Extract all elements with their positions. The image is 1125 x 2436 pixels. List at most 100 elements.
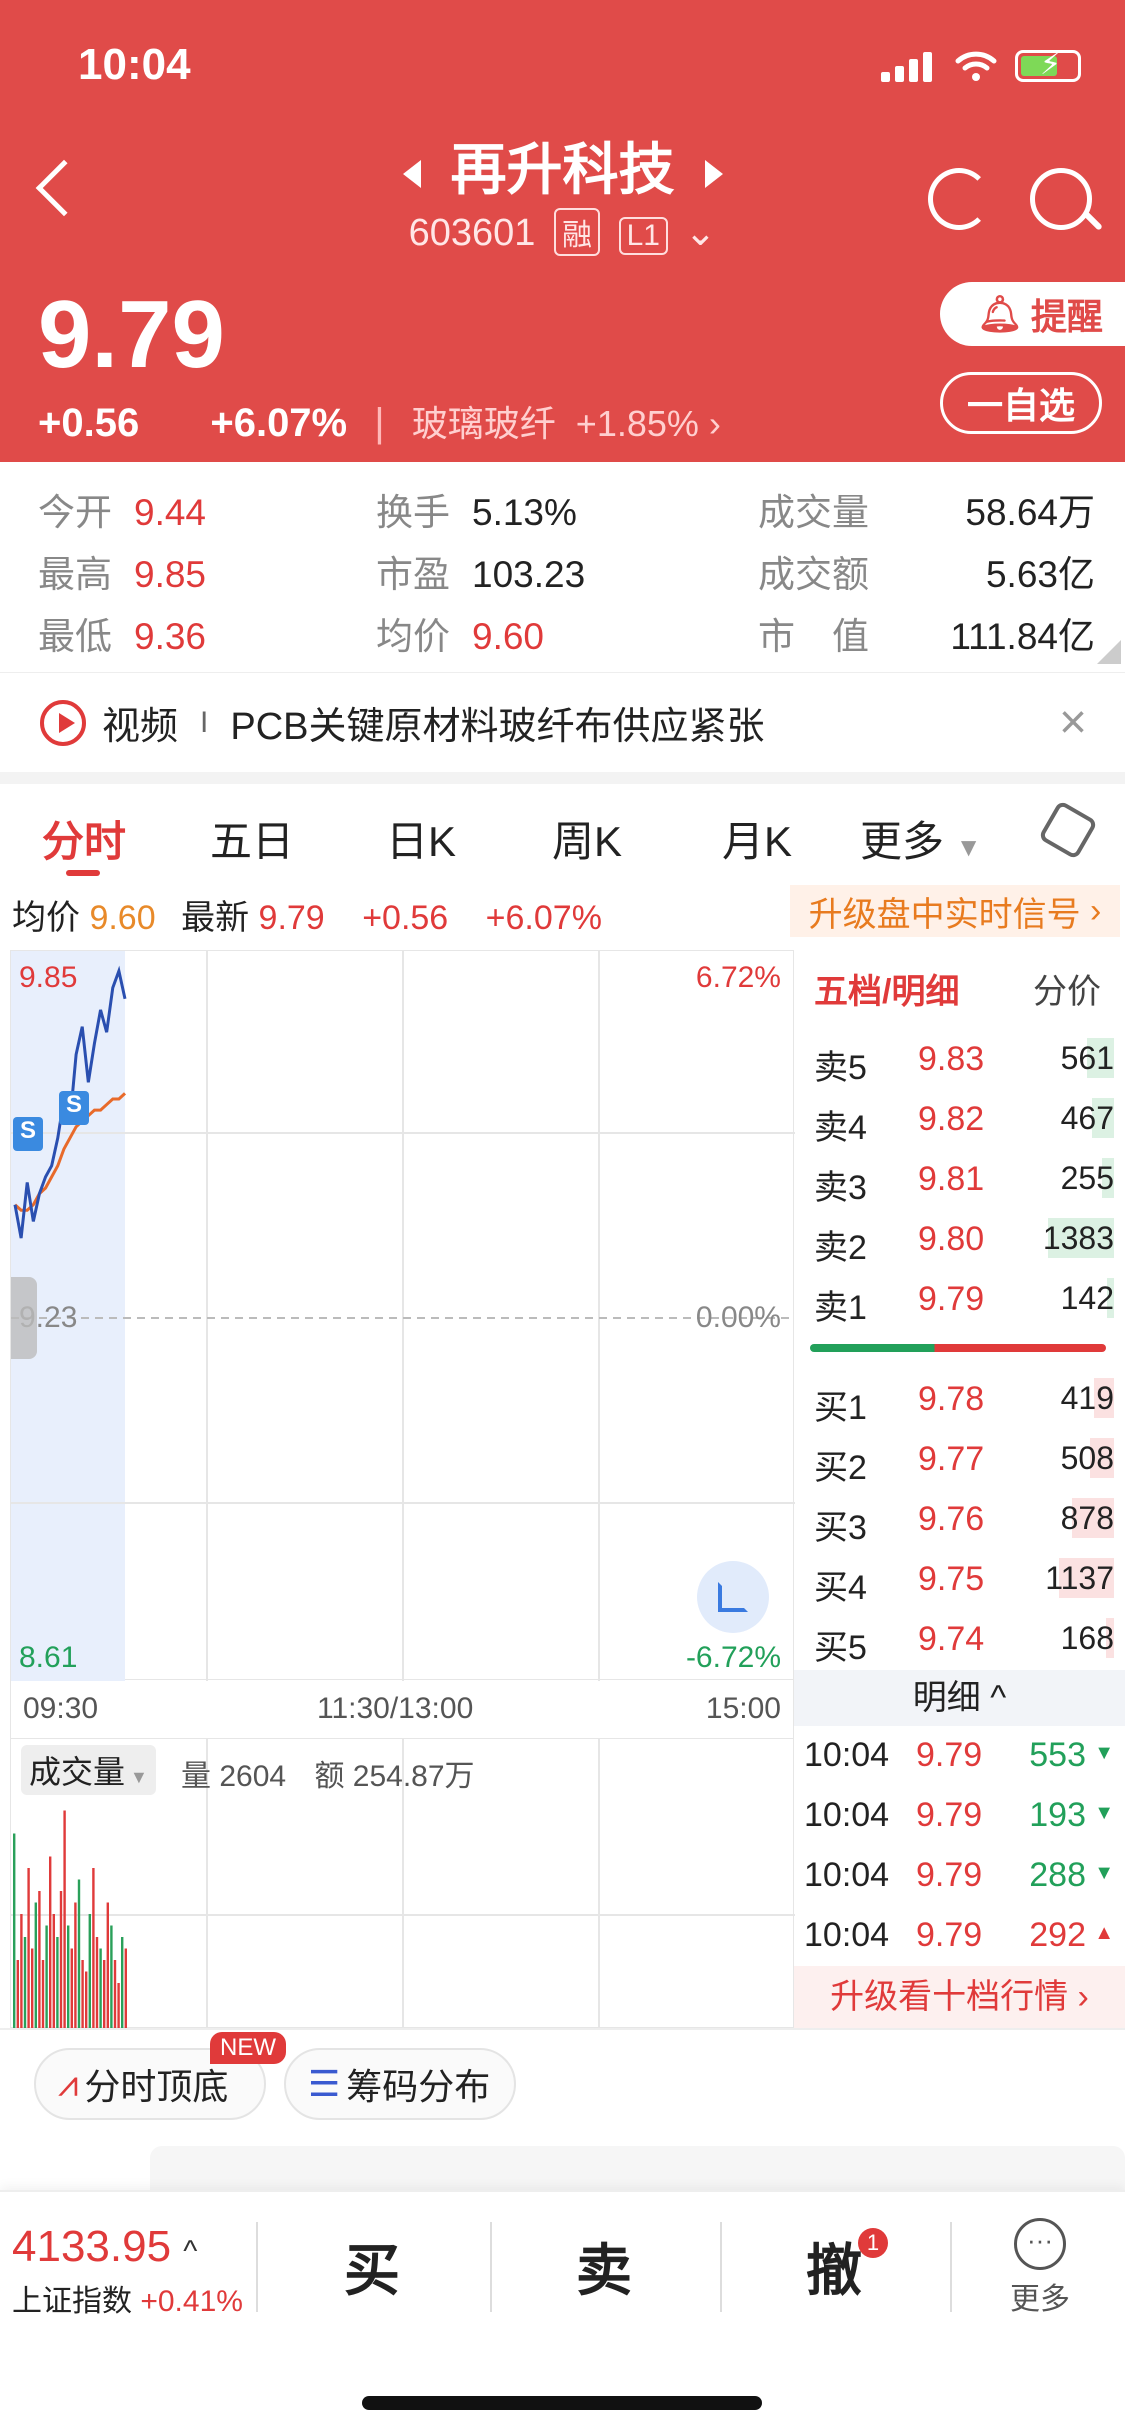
y-max-label: 9.85 [19, 961, 78, 994]
remind-button[interactable]: 🔔︎ 提醒 [940, 282, 1125, 346]
sell-signal-marker[interactable]: S [59, 1091, 89, 1125]
order-book-header[interactable]: 五档/明细 [814, 964, 959, 1013]
bid-row[interactable]: 买5 9.74 168 [814, 1610, 1114, 1668]
index-ticker[interactable]: 4133.95 ^ 上证指数 +0.41% [12, 2222, 243, 2320]
tick-price: 9.79 [916, 1796, 983, 1834]
ask-row[interactable]: 卖5 9.83 561 [814, 1030, 1114, 1088]
ask-level: 卖5 [814, 1049, 867, 1087]
intraday-chart-svg [11, 951, 795, 1681]
qty-label: 量 [181, 1760, 211, 1793]
bid-price: 9.74 [918, 1620, 985, 1658]
news-banner[interactable]: 视频 I PCB关键原材料玻纤布供应紧张 × [0, 672, 1125, 772]
price-change-pct: +6.07% [210, 401, 348, 445]
sell-button[interactable]: 卖 [576, 2226, 632, 2307]
volume-bar [23, 1937, 27, 2029]
chart-side-handle[interactable] [11, 1277, 37, 1359]
tab-more-label: 更多 [860, 818, 945, 865]
bid-price: 9.78 [918, 1380, 985, 1418]
refresh-icon[interactable] [928, 168, 990, 230]
news-text: PCB关键原材料玻纤布供应紧张 [230, 706, 765, 748]
index-pct: +0.41% [140, 2285, 243, 2318]
bid-row[interactable]: 买2 9.77 508 [814, 1430, 1114, 1488]
buy-button[interactable]: 买 [344, 2226, 400, 2307]
tab-monthly-k[interactable]: 月K [722, 808, 792, 869]
tab-more[interactable]: 更多 ▼ [860, 808, 981, 869]
add-favorite-button[interactable]: 一自选 [940, 372, 1102, 434]
low-value: 9.36 [134, 616, 207, 657]
volume-bar [77, 1879, 81, 2029]
volume-bar [20, 1914, 23, 2029]
ask-level: 卖4 [814, 1109, 867, 1147]
index-name: 上证指数 [12, 2285, 132, 2318]
chevron-down-icon: ⌄ [684, 212, 717, 254]
search-icon[interactable] [1030, 168, 1092, 230]
detail-header-bar[interactable]: 明细 ^ [794, 1670, 1125, 1726]
high-label: 最高 [38, 554, 112, 595]
sell-signal-marker[interactable]: S [13, 1117, 43, 1151]
amount-label: 成交额 [758, 554, 869, 595]
more-button[interactable]: ··· 更多 [1010, 2218, 1070, 2318]
stats-panel[interactable]: 今开 9.44 最高 9.85 最低 9.36 换手 5.13% 市盈 103.23 均价… [0, 462, 1125, 672]
home-indicator [362, 2396, 762, 2410]
bid-row[interactable]: 买4 9.75 1137 [814, 1550, 1114, 1608]
bid-level: 买1 [814, 1389, 867, 1427]
bid-volume: 508 [1060, 1440, 1114, 1476]
volume-bar [81, 1960, 84, 2029]
upgrade-level10-button[interactable]: 升级看十档行情 › [794, 1966, 1125, 2028]
tick-price: 9.79 [916, 1916, 983, 1954]
tick-time: 10:04 [804, 1796, 890, 1834]
price-distribution-tab[interactable]: 分价 [1033, 964, 1101, 1013]
cancel-order-button[interactable]: 撤 [806, 2226, 862, 2307]
bid-volume: 878 [1060, 1500, 1114, 1536]
volume-bar [103, 1960, 106, 2029]
volume-bar [34, 1902, 37, 2029]
signal-label: S [65, 1091, 82, 1118]
next-stock-icon[interactable] [704, 160, 723, 189]
caret-down-icon: ▼ [955, 832, 982, 862]
intraday-chart[interactable]: 9.85 9.23 8.61 6.72% 0.00% -6.72% S S [10, 950, 795, 1681]
sector-link[interactable]: 玻璃玻纤 +1.85% › [412, 403, 721, 444]
volume-bar [67, 1925, 70, 2029]
prev-stock-icon[interactable] [402, 160, 421, 189]
tick-row: 10:04 9.79 292 ▲ [804, 1906, 1114, 1966]
expand-corner-icon[interactable] [1097, 640, 1121, 664]
tick-direction-icon: ▼ [1094, 1802, 1114, 1824]
upgrade-level10-label: 升级看十档行情 [830, 1978, 1069, 2016]
chip-distribution-tool[interactable]: ☰ 筹码分布 [284, 2048, 516, 2120]
upgrade-signal-button[interactable]: 升级盘中实时信号 › [790, 885, 1120, 937]
separator [256, 2222, 258, 2312]
remind-label: 提醒 [1030, 296, 1103, 337]
tab-five-day[interactable]: 五日 [210, 808, 294, 869]
ask-row[interactable]: 卖2 9.80 1383 [814, 1210, 1114, 1268]
tab-intraday[interactable]: 分时 [42, 808, 126, 869]
pct-mid-label: 0.00% [695, 1301, 781, 1334]
ask-level: 卖2 [814, 1229, 867, 1267]
signal-icon [881, 50, 937, 82]
tick-volume: 288 [1029, 1856, 1086, 1894]
bid-row[interactable]: 买1 9.78 419 [814, 1370, 1114, 1428]
x-label-open: 09:30 [23, 1692, 99, 1725]
tab-daily-k[interactable]: 日K [386, 808, 456, 869]
volume-chart[interactable]: 成交量 ▼ 量 2604 额 254.87万 [10, 1738, 795, 2029]
tick-row: 10:04 9.79 193 ▼ [804, 1786, 1114, 1846]
fullscreen-icon[interactable] [697, 1561, 769, 1633]
ask-volume: 467 [1060, 1100, 1114, 1136]
close-icon[interactable]: × [1059, 695, 1087, 750]
tick-row: 10:04 9.79 288 ▼ [804, 1846, 1114, 1906]
bid-row[interactable]: 买3 9.76 878 [814, 1490, 1114, 1548]
bid-volume: 1137 [1045, 1560, 1114, 1596]
ask-row[interactable]: 卖4 9.82 467 [814, 1090, 1114, 1148]
tab-weekly-k[interactable]: 周K [552, 808, 622, 869]
mktcap-label: 市 值 [758, 616, 869, 657]
section-divider [0, 772, 1125, 784]
settings-icon[interactable] [1037, 799, 1099, 861]
avg-value: 9.60 [472, 616, 545, 657]
volume-selector[interactable]: 成交量 ▼ [21, 1745, 156, 1795]
tick-direction-icon: ▲ [1094, 1922, 1114, 1944]
bid-volume: 168 [1060, 1620, 1114, 1656]
quote-change-pct: +6.07% [485, 899, 602, 937]
status-icons: ⚡ [881, 48, 1081, 82]
separator [490, 2222, 492, 2312]
ask-row[interactable]: 卖1 9.79 142 [814, 1270, 1114, 1328]
ask-row[interactable]: 卖3 9.81 255 [814, 1150, 1114, 1208]
